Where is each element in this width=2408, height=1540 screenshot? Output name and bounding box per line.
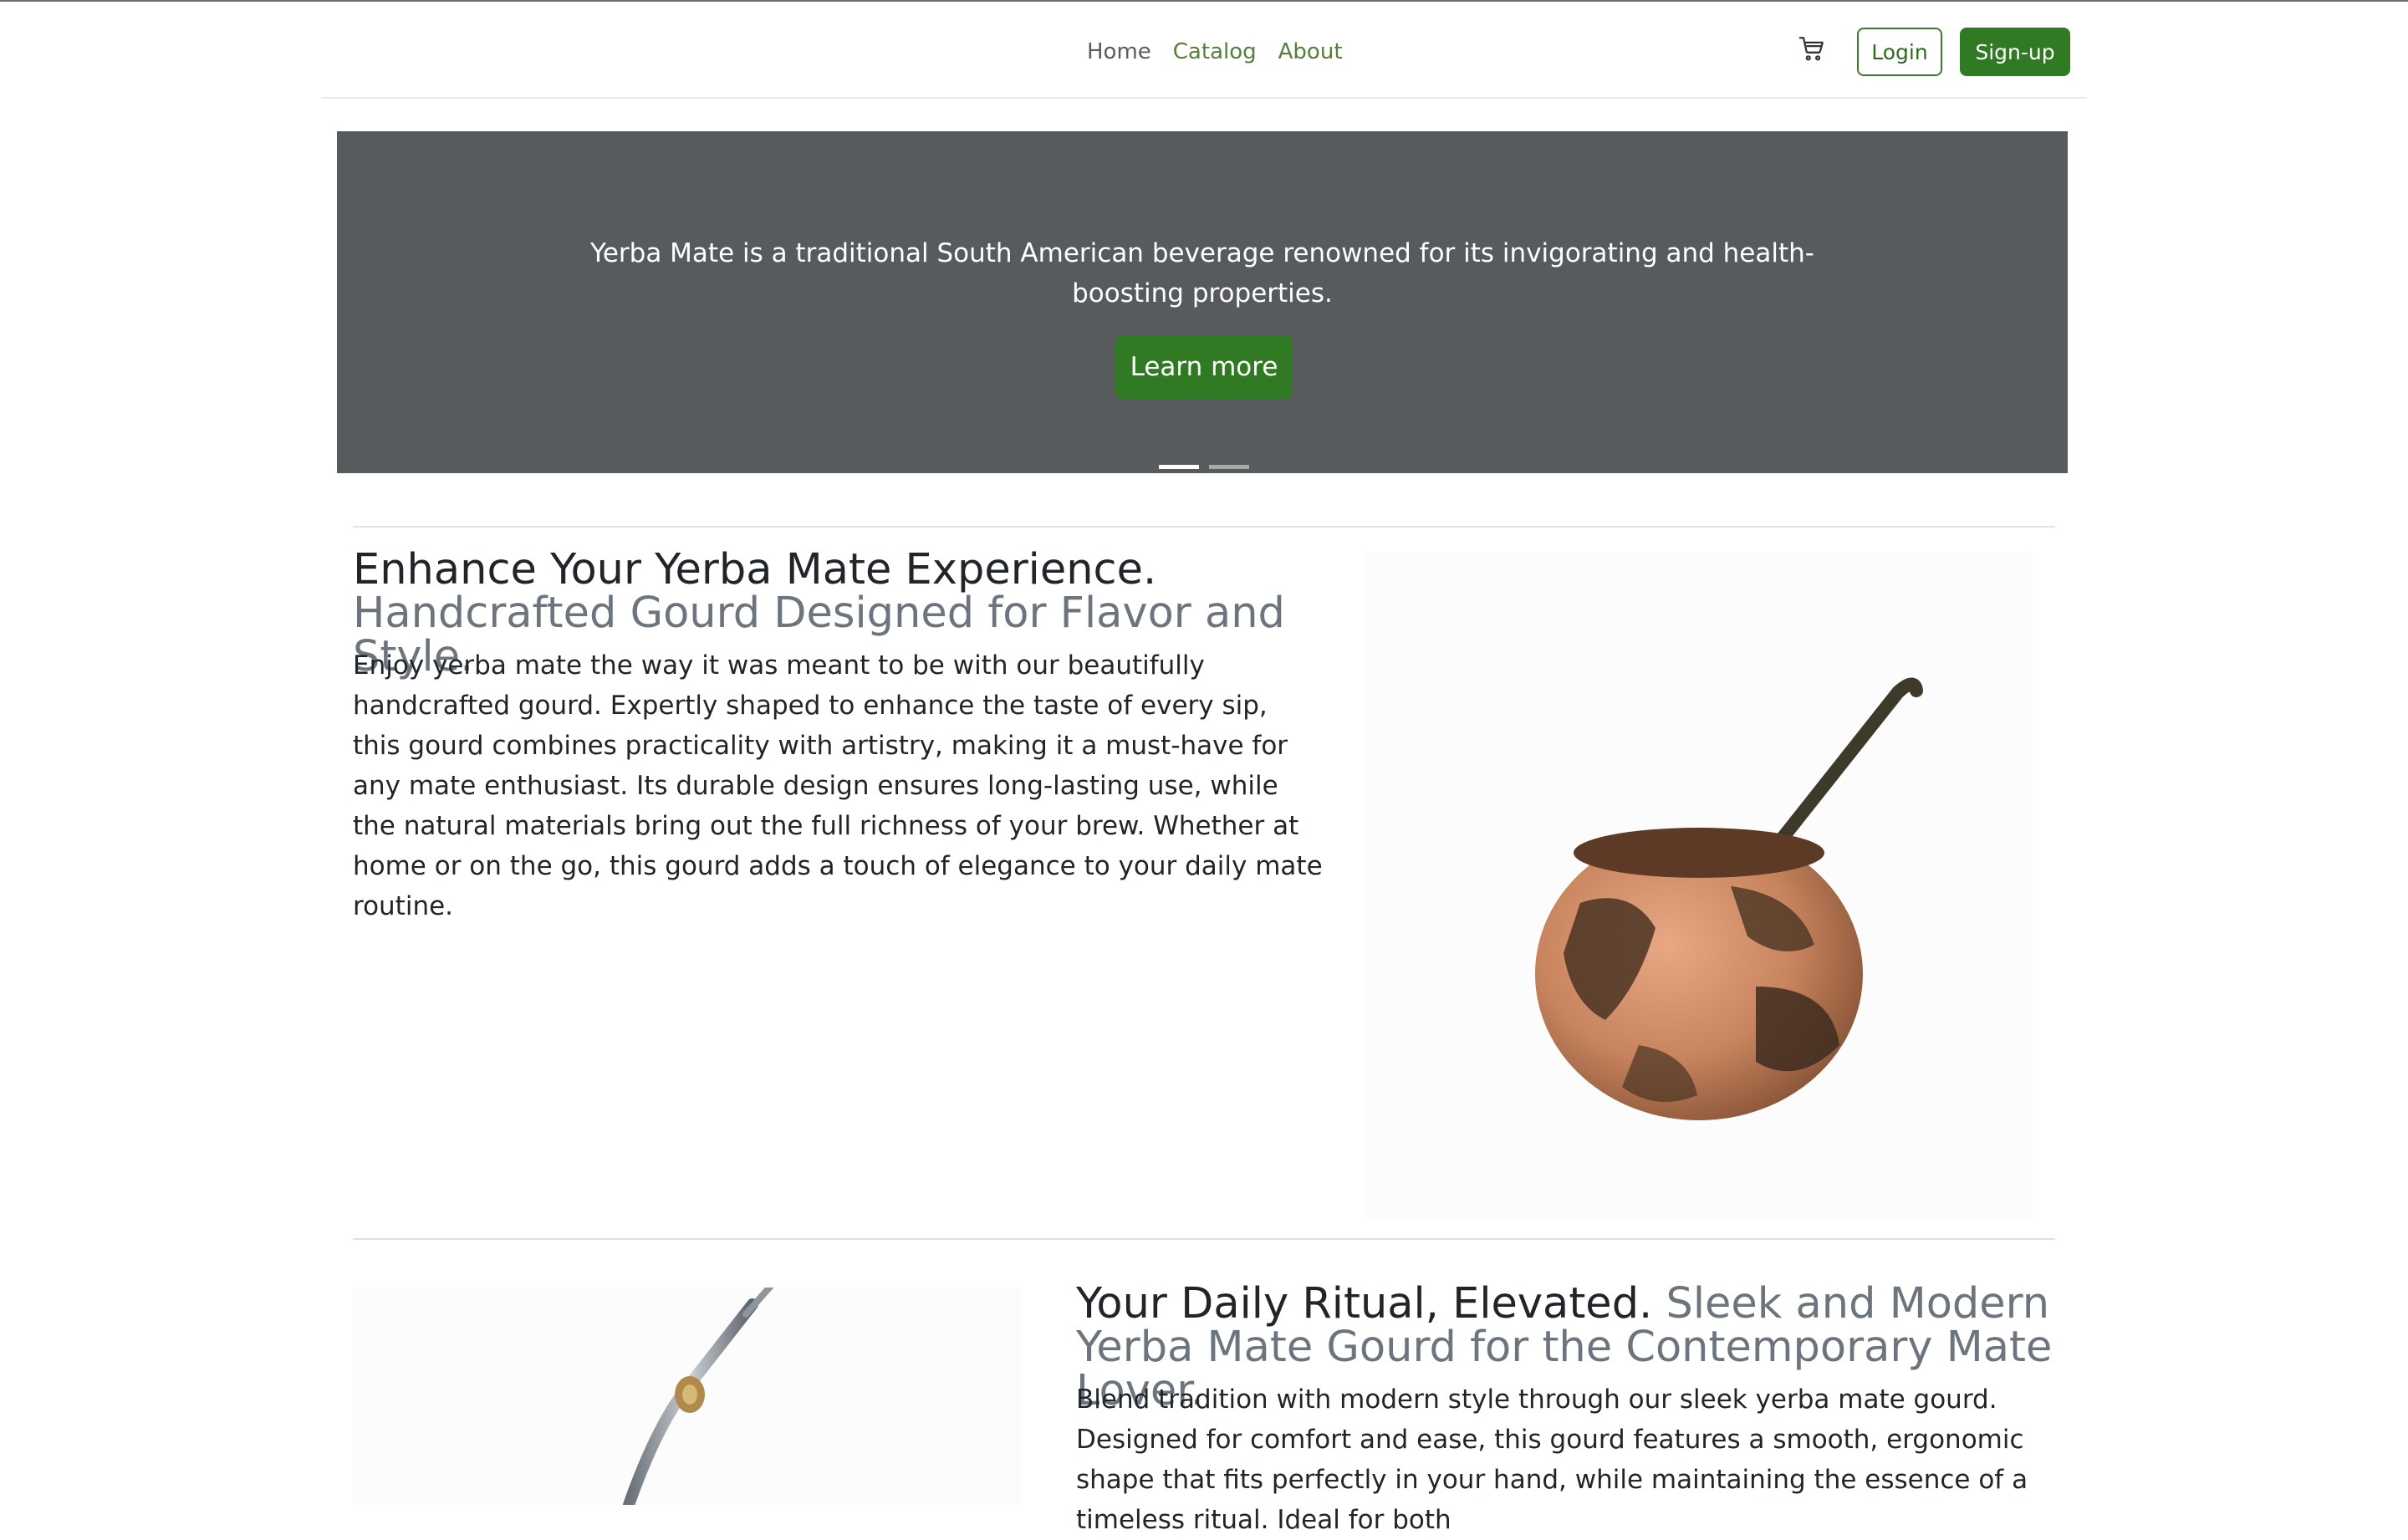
hero-text: Yerba Mate is a traditional South Americ… bbox=[590, 238, 1814, 309]
feature-1-heading: Enhance Your Yerba Mate Experience. bbox=[353, 545, 1157, 594]
signup-button[interactable]: Sign-up bbox=[1960, 28, 2070, 76]
divider bbox=[353, 526, 2055, 528]
nav-links: Home Catalog About bbox=[1087, 35, 1343, 69]
navbar: Home Catalog About Login Sign-up bbox=[321, 2, 2087, 99]
carousel-indicator-2[interactable] bbox=[1209, 465, 1249, 469]
cart-icon[interactable] bbox=[1798, 34, 1826, 63]
carousel-indicator-1[interactable] bbox=[1159, 465, 1199, 469]
nav-link-catalog[interactable]: Catalog bbox=[1173, 39, 1257, 64]
login-button[interactable]: Login bbox=[1857, 28, 1942, 76]
learn-more-button[interactable]: Learn more bbox=[1115, 335, 1293, 399]
gourd-product-image-2 bbox=[353, 1282, 1022, 1511]
feature-2-description: Blend tradition with modern style throug… bbox=[1076, 1384, 2028, 1535]
feature-2-heading: Your Daily Ritual, Elevated. bbox=[1076, 1279, 1653, 1328]
hero-carousel: Yerba Mate is a traditional South Americ… bbox=[337, 131, 2068, 473]
nav-link-home[interactable]: Home bbox=[1087, 39, 1151, 64]
feature-1-description: Enjoy yerba mate the way it was meant to… bbox=[353, 650, 1323, 921]
divider bbox=[353, 1238, 2055, 1240]
gourd-product-image bbox=[1363, 552, 2032, 1219]
nav-link-about[interactable]: About bbox=[1278, 39, 1343, 64]
